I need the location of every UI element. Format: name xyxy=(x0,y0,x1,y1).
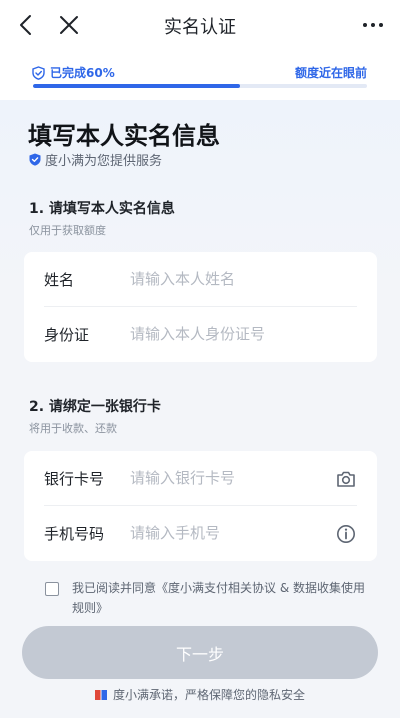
service-provider: 度小满为您提供服务 xyxy=(29,150,162,169)
phone-row: 手机号码 xyxy=(24,506,377,561)
shield-check-icon xyxy=(29,153,41,166)
name-label: 姓名 xyxy=(44,271,75,289)
next-step-button[interactable]: 下一步 xyxy=(22,626,378,679)
phone-input[interactable] xyxy=(130,520,330,546)
progress-status: 已完成60% xyxy=(32,64,115,81)
bank-card-row: 银行卡号 xyxy=(24,451,377,506)
identity-card: 姓名 身份证 xyxy=(24,252,377,362)
form-heading: 填写本人实名信息 xyxy=(28,122,220,150)
agreement-text[interactable]: 我已阅读并同意《度小满支付相关协议 & 数据收集使用规则》 xyxy=(45,578,367,618)
bank-card-input[interactable] xyxy=(130,465,330,491)
progress-status-label: 已完成60% xyxy=(50,66,115,80)
shield-check-icon xyxy=(32,65,45,80)
page-title: 实名认证 xyxy=(164,17,236,38)
progress-hint: 额度近在眼前 xyxy=(294,66,367,80)
progress-bar-fill xyxy=(33,84,241,88)
name-input[interactable] xyxy=(130,266,330,292)
id-number-row: 身份证 xyxy=(24,307,377,362)
agreement: 我已阅读并同意《度小满支付相关协议 & 数据收集使用规则》 xyxy=(45,578,367,618)
bank-card-label: 银行卡号 xyxy=(44,470,105,488)
top-bar: 实名认证 xyxy=(0,0,400,50)
camera-icon[interactable] xyxy=(335,468,357,490)
info-icon[interactable] xyxy=(335,523,357,545)
main-content: 填写本人实名信息 度小满为您提供服务 1. 请填写本人实名信息 仅用于获取额度 … xyxy=(0,100,400,718)
privacy-promise-label: 度小满承诺，严格保障您的隐私安全 xyxy=(112,688,305,702)
id-number-input[interactable] xyxy=(130,321,330,347)
service-provider-label: 度小满为您提供服务 xyxy=(45,154,163,169)
progress-bar xyxy=(33,84,367,88)
section-identity-subtitle: 仅用于获取额度 xyxy=(29,224,106,237)
bank-card: 银行卡号 手机号码 xyxy=(24,451,377,561)
section-bank-subtitle: 将用于收款、还款 xyxy=(29,422,117,435)
more-icon[interactable] xyxy=(360,12,386,38)
phone-label: 手机号码 xyxy=(44,525,105,543)
progress-section: 已完成60% 额度近在眼前 xyxy=(0,50,400,100)
name-row: 姓名 xyxy=(24,252,377,307)
section-identity-title: 1. 请填写本人实名信息 xyxy=(29,201,175,217)
agreement-checkbox[interactable] xyxy=(45,582,59,596)
id-number-label: 身份证 xyxy=(44,326,90,344)
brand-logo-icon xyxy=(94,689,107,700)
privacy-promise: 度小满承诺，严格保障您的隐私安全 xyxy=(0,686,400,703)
section-bank-title: 2. 请绑定一张银行卡 xyxy=(29,399,161,415)
